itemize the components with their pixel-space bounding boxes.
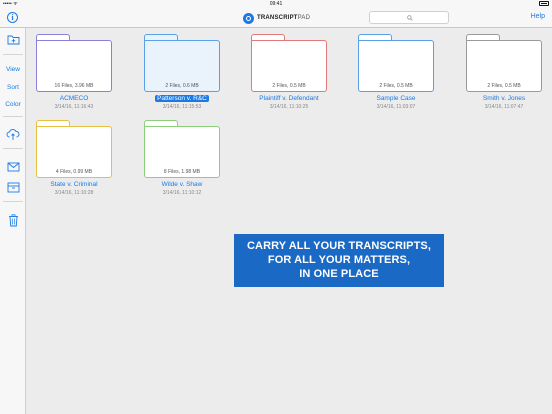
folder-date: 3/14/16, 11:10:25 [269, 104, 309, 110]
clock: 09:41 [269, 1, 283, 7]
sidebar: View Sort Color [0, 28, 26, 414]
folder-name-text: Patterson v. R&C [155, 95, 209, 102]
folder-name-text: Wilde v. Shaw [161, 181, 203, 188]
new-folder-button[interactable] [0, 34, 26, 47]
logo-text: TRANSCRIPTPAD [257, 15, 310, 21]
folder-meta: 16 Files, 3.96 MB [54, 83, 94, 89]
folder-date: 3/14/16, 11:16:43 [54, 104, 94, 110]
folder-date: 3/14/16, 11:07:47 [484, 104, 524, 110]
folder-meta: 4 Files, 0.99 MB [55, 169, 93, 175]
folder-date: 3/14/16, 11:15:53 [162, 104, 202, 110]
folder-name-text: Smith v. Jones [482, 95, 526, 102]
help-button[interactable]: Help [531, 13, 545, 20]
folder-name: Plaintiff v. Defendant [251, 95, 327, 102]
folder-item[interactable]: 2 Files, 0.5 MB Smith v. Jones 3/14/16, … [466, 34, 542, 112]
folder-date: 3/14/16, 11:10:12 [162, 190, 202, 196]
folder-date: 3/14/16, 11:03:07 [376, 104, 416, 110]
mail-button[interactable] [0, 162, 26, 174]
mail-icon [7, 162, 19, 172]
folder-name-text: State v. Criminal [50, 181, 98, 188]
delete-button[interactable] [0, 214, 26, 229]
navigation-bar: i TRANSCRIPTPAD Help [0, 8, 552, 28]
sidebar-divider [3, 148, 23, 149]
color-button[interactable]: Color [0, 101, 26, 108]
folder-item[interactable]: 8 Files, 1.98 MB Wilde v. Shaw 3/14/16, … [144, 120, 220, 198]
sidebar-divider [3, 201, 23, 202]
sidebar-divider [3, 116, 23, 117]
logo-text-bold: TRANSCRIPT [257, 15, 298, 21]
folder-date: 3/14/16, 11:10:28 [54, 190, 94, 196]
sort-button[interactable]: Sort [0, 84, 26, 91]
banner-line: IN ONE PLACE [299, 268, 379, 280]
folder-meta: 2 Files, 0.5 MB [487, 83, 521, 89]
folder-meta: 2 Files, 0.6 MB [165, 83, 199, 89]
logo-text-thin: PAD [297, 15, 311, 21]
trash-icon [8, 214, 18, 227]
cloud-upload-button[interactable] [0, 129, 26, 143]
folder-name: State v. Criminal [36, 181, 112, 188]
logo-mark-icon [243, 12, 254, 24]
info-icon[interactable]: i [7, 12, 18, 23]
sidebar-divider [3, 54, 23, 55]
archive-button[interactable] [0, 182, 26, 195]
folder-name: Wilde v. Shaw [144, 181, 220, 188]
promo-banner: CARRY ALL YOUR TRANSCRIPTS, FOR ALL YOUR… [234, 234, 444, 287]
search-icon [407, 15, 413, 21]
search-input[interactable] [369, 11, 449, 24]
folder-meta: 8 Files, 1.98 MB [163, 169, 201, 175]
folder-name-text: Sample Case [376, 95, 416, 102]
new-folder-icon [7, 35, 19, 45]
folder-meta: 2 Files, 0.5 MB [379, 83, 413, 89]
folder-item[interactable]: 2 Files, 0.6 MB Patterson v. R&C 3/14/16… [144, 34, 220, 112]
folder-item[interactable]: 16 Files, 3.96 MB ACMECO 3/14/16, 11:16:… [36, 34, 112, 112]
banner-line: FOR ALL YOUR MATTERS, [267, 254, 411, 266]
status-bar: ••••• ᯤ 09:41 [0, 0, 552, 8]
app-logo: TRANSCRIPTPAD [243, 12, 310, 24]
folder-item[interactable]: 4 Files, 0.99 MB State v. Criminal 3/14/… [36, 120, 112, 198]
folder-name: Smith v. Jones [466, 95, 542, 102]
folder-item[interactable]: 2 Files, 0.5 MB Sample Case 3/14/16, 11:… [358, 34, 434, 112]
folder-name: Patterson v. R&C [144, 95, 220, 102]
battery-icon [539, 1, 549, 7]
banner-line: CARRY ALL YOUR TRANSCRIPTS, [246, 240, 431, 252]
folder-name: Sample Case [358, 95, 434, 102]
folder-item[interactable]: 2 Files, 0.5 MB Plaintiff v. Defendant 3… [251, 34, 327, 112]
archive-icon [7, 182, 19, 193]
cloud-upload-icon [6, 129, 20, 140]
folder-name: ACMECO [36, 95, 112, 102]
folder-name-text: ACMECO [59, 95, 89, 102]
folder-name-text: Plaintiff v. Defendant [259, 95, 319, 102]
view-button[interactable]: View [0, 66, 26, 73]
folder-meta: 2 Files, 0.5 MB [272, 83, 306, 89]
